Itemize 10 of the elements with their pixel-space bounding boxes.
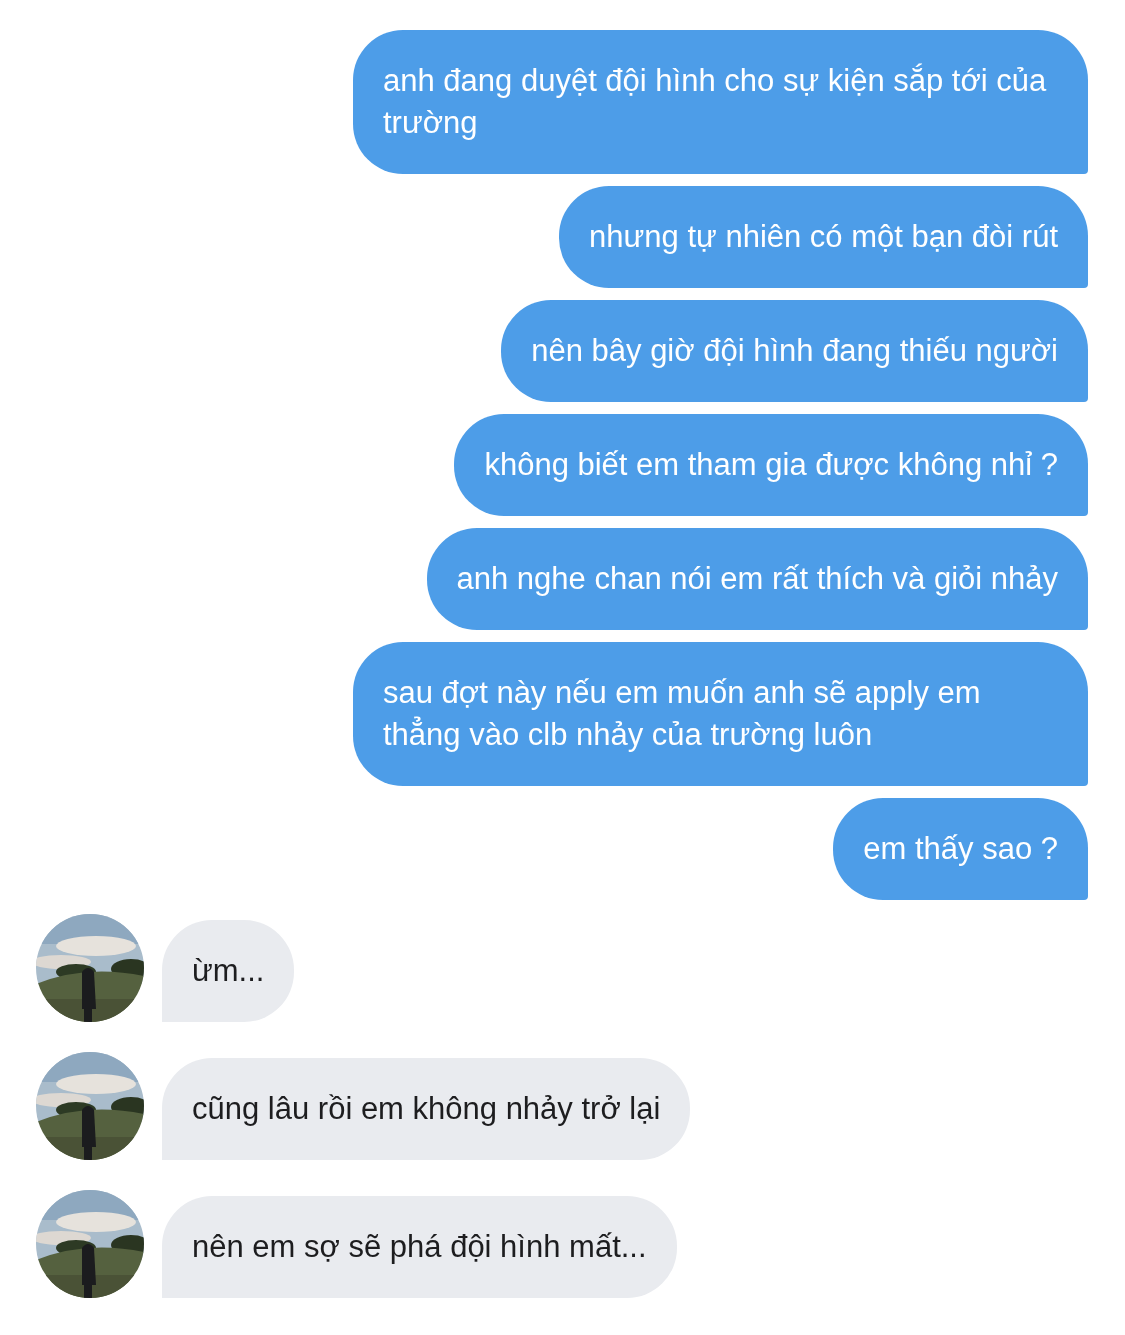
message-bubble: nhưng tự nhiên có một bạn đòi rút — [559, 186, 1088, 288]
message-bubble: nên em sợ sẽ phá đội hình mất... — [162, 1196, 677, 1298]
message-bubble: nên bây giờ đội hình đang thiếu người — [501, 300, 1088, 402]
message-bubble: cũng lâu rồi em không nhảy trở lại — [162, 1058, 691, 1160]
message-bubble: anh nghe chan nói em rất thích và giỏi nhảy — [426, 528, 1088, 630]
message-bubble: em thấy sao ? — [833, 798, 1088, 900]
message-bubble: sau đợt này nếu em muốn anh sẽ apply em thẳng vào clb nhảy của trường luôn — [353, 642, 1088, 786]
message-bubble: không biết em tham gia được không nhỉ ? — [454, 414, 1088, 516]
message-bubble: anh đang duyệt đội hình cho sự kiện sắp tới của trường — [353, 30, 1088, 174]
message-bubble: ừm... — [162, 920, 295, 1022]
